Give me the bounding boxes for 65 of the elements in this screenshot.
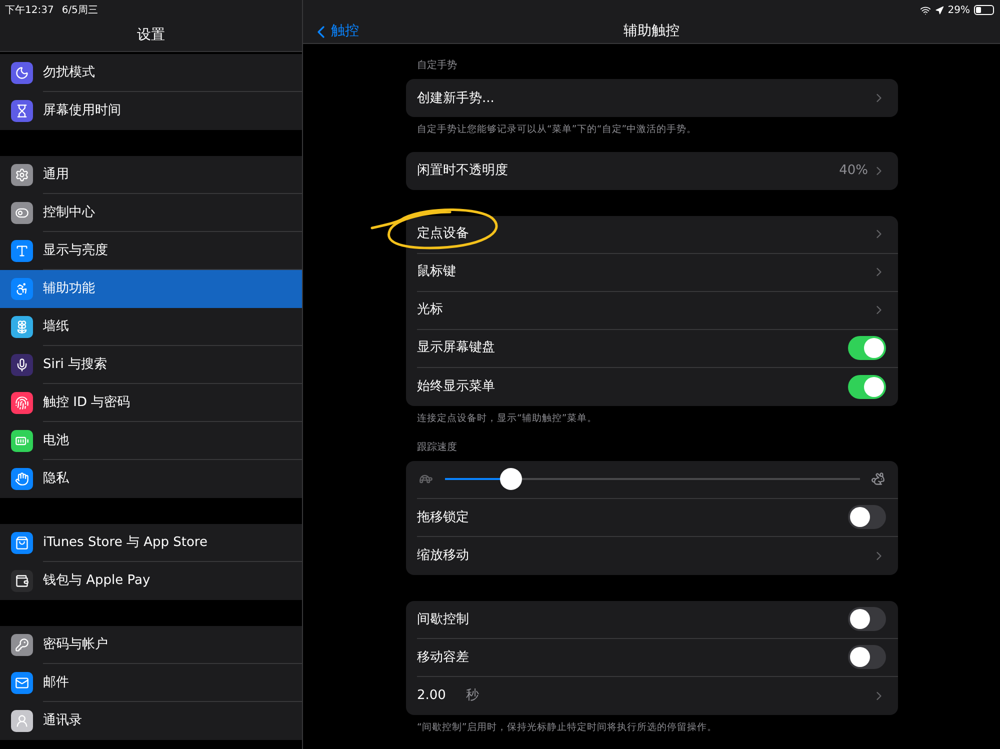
wallet-icon bbox=[11, 570, 33, 592]
duration-value: 2.00 bbox=[417, 687, 446, 705]
row-label: 创建新手势... bbox=[417, 90, 496, 108]
sidebar-label: 钱包与 Apple Pay bbox=[43, 572, 152, 590]
toggle-icon bbox=[11, 202, 33, 224]
toggle-switch[interactable] bbox=[848, 374, 886, 398]
toggle-switch[interactable] bbox=[848, 505, 886, 530]
sidebar-title: 设置 bbox=[137, 26, 165, 45]
row-label: 移动容差 bbox=[417, 648, 470, 666]
row-label: 始终显示菜单 bbox=[417, 378, 496, 396]
sidebar-item[interactable]: 辅助功能 bbox=[0, 270, 302, 308]
sidebar-item[interactable]: 屏幕使用时间 bbox=[0, 92, 302, 130]
battery-icon bbox=[11, 430, 33, 452]
rabbit-icon bbox=[870, 472, 886, 486]
section-header: 跟踪速度 bbox=[416, 440, 458, 455]
row-label: 光标 bbox=[417, 301, 444, 320]
toggle-switch[interactable] bbox=[848, 336, 886, 360]
accessibility-icon bbox=[11, 278, 33, 300]
text-size-icon bbox=[11, 240, 33, 262]
settings-row[interactable]: 缩放移动 bbox=[417, 536, 898, 575]
duration-unit: 秒 bbox=[466, 687, 480, 705]
wifi-icon bbox=[920, 4, 931, 16]
settings-row[interactable]: 闲置时不透明度 40% bbox=[417, 152, 898, 190]
row-label: 显示屏幕键盘 bbox=[417, 339, 496, 358]
status-time: 下午12:37 bbox=[5, 4, 54, 18]
sidebar-label: 辅助功能 bbox=[43, 280, 96, 298]
row-value: 40% bbox=[839, 162, 868, 180]
moon-icon bbox=[11, 62, 33, 84]
hourglass-icon bbox=[11, 100, 33, 122]
sidebar-item[interactable]: 钱包与 Apple Pay bbox=[0, 562, 302, 600]
sidebar-label: 通讯录 bbox=[43, 712, 83, 730]
settings-row[interactable]: 创建新手势... bbox=[417, 79, 898, 118]
key-icon bbox=[11, 634, 33, 656]
section-footer: 连接定点设备时，显示“辅助触控”菜单。 bbox=[406, 412, 898, 426]
slider-thumb[interactable] bbox=[500, 468, 522, 490]
sidebar-label: 屏幕使用时间 bbox=[43, 102, 122, 120]
contacts-icon bbox=[11, 710, 33, 732]
section-footer: 自定手势让您能够记录可以从“菜单”下的“自定”中激活的手势。 bbox=[406, 123, 898, 138]
location-icon bbox=[934, 6, 944, 14]
row-label: 闲置时不透明度 bbox=[417, 162, 509, 180]
row-label: 缩放移动 bbox=[417, 547, 470, 565]
hand-icon bbox=[11, 468, 33, 490]
row-label: 定点设备 bbox=[417, 225, 470, 244]
settings-row[interactable]: 鼠标键 bbox=[417, 254, 898, 292]
section-header: 自定手势 bbox=[416, 58, 458, 74]
sidebar-item[interactable]: 通讯录 bbox=[0, 702, 302, 740]
flower-icon bbox=[11, 316, 33, 338]
sidebar-label: 隐私 bbox=[43, 470, 70, 488]
row-label: 鼠标键 bbox=[417, 263, 457, 282]
toggle-switch[interactable] bbox=[848, 607, 886, 632]
settings-row[interactable]: 光标 bbox=[417, 292, 898, 330]
fingerprint-icon bbox=[11, 392, 33, 414]
mail-icon bbox=[11, 672, 33, 694]
row-label: 间歇控制 bbox=[417, 610, 470, 628]
section-footer: “间歇控制”启用时，保持光标静止特定时间将执行所选的停留操作。 bbox=[406, 720, 898, 735]
settings-icon bbox=[11, 164, 33, 186]
back-button[interactable]: 触控 bbox=[303, 21, 359, 42]
sidebar-item[interactable]: 隐私 bbox=[0, 460, 302, 498]
settings-row[interactable]: 定点设备 bbox=[417, 216, 898, 254]
battery-percent: 29% bbox=[948, 4, 970, 18]
page-title: 辅助触控 bbox=[624, 22, 680, 42]
status-date: 6/5周三 bbox=[62, 4, 98, 18]
battery-icon bbox=[974, 5, 994, 15]
row-label: 拖移锁定 bbox=[417, 508, 470, 526]
toggle-switch[interactable] bbox=[848, 645, 886, 670]
